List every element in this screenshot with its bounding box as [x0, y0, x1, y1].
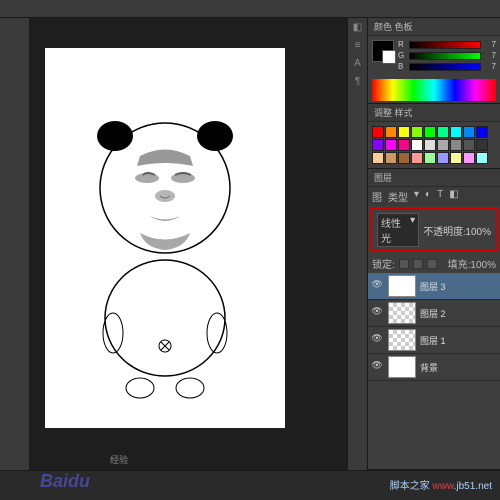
r-label: R	[398, 40, 406, 49]
document-canvas[interactable]	[45, 48, 285, 428]
swatch[interactable]	[372, 139, 384, 151]
lock-label: 锁定:	[372, 256, 395, 271]
swatch[interactable]	[450, 139, 462, 151]
swatch[interactable]	[424, 139, 436, 151]
b-slider[interactable]	[409, 63, 481, 71]
tools-sidebar	[0, 18, 30, 470]
blend-mode-value: 线性光	[381, 215, 410, 245]
filter-icon[interactable]: T	[437, 189, 443, 204]
panel-icon[interactable]: ¶	[351, 76, 365, 90]
swatches-panel: 调整 样式	[368, 104, 500, 169]
watermark-baidu: Baidu	[40, 471, 90, 492]
layer-name[interactable]: 图层 1	[420, 334, 446, 347]
layers-panel: 图层 图 类型 ▾ ◐ T ◧ 线性光 ▾ 不透明度:100% 锁定: 填充:1…	[368, 169, 500, 470]
swatch[interactable]	[385, 139, 397, 151]
menu-bar	[0, 0, 500, 18]
layer-filter-row: 图 类型 ▾ ◐ T ◧	[368, 187, 500, 206]
fill-control[interactable]: 填充:100%	[448, 256, 496, 271]
layer-row[interactable]: 👁 图层 1	[368, 327, 500, 354]
swatch[interactable]	[450, 126, 462, 138]
layer-row[interactable]: 👁 图层 3	[368, 273, 500, 300]
foreground-background-swatch[interactable]	[372, 40, 394, 62]
visibility-toggle-icon[interactable]: 👁	[370, 360, 384, 374]
swatches-grid	[368, 122, 500, 168]
visibility-toggle-icon[interactable]: 👁	[370, 306, 384, 320]
lock-paint-icon[interactable]	[413, 259, 423, 269]
g-label: G	[398, 51, 406, 60]
swatch[interactable]	[411, 152, 423, 164]
swatch[interactable]	[398, 139, 410, 151]
layers-list: 👁 图层 3 👁 图层 2 👁 图层 1 👁 背景	[368, 273, 500, 381]
lock-transparency-icon[interactable]	[399, 259, 409, 269]
g-slider[interactable]	[409, 52, 481, 60]
swatch[interactable]	[411, 139, 423, 151]
color-panel-title[interactable]: 颜色 色板	[368, 18, 500, 36]
right-panels: 颜色 色板 R 7 G 7 B 7 调整 样式 图层 图 类型 ▾ ◐ T ◧	[367, 18, 500, 470]
blend-mode-dropdown[interactable]: 线性光 ▾	[377, 213, 419, 247]
color-spectrum[interactable]	[372, 79, 496, 101]
swatch[interactable]	[424, 152, 436, 164]
collapsed-panels-strip: ◧ ≡ A ¶	[347, 18, 367, 470]
canvas-area	[30, 18, 367, 470]
swatches-panel-title[interactable]: 调整 样式	[368, 104, 500, 122]
chevron-down-icon: ▾	[410, 215, 415, 245]
lock-row: 锁定: 填充:100%	[368, 254, 500, 273]
layer-thumbnail[interactable]	[388, 329, 416, 351]
filter-icon[interactable]: ◧	[449, 189, 458, 204]
swatch[interactable]	[385, 152, 397, 164]
swatch[interactable]	[463, 152, 475, 164]
r-slider[interactable]	[409, 41, 481, 49]
swatch[interactable]	[437, 126, 449, 138]
filter-icon[interactable]: ▾	[414, 189, 419, 204]
panel-icon[interactable]: ◧	[351, 22, 365, 36]
swatch[interactable]	[372, 152, 384, 164]
swatch[interactable]	[398, 152, 410, 164]
visibility-toggle-icon[interactable]: 👁	[370, 333, 384, 347]
layer-thumbnail[interactable]	[388, 356, 416, 378]
r-value[interactable]: 7	[484, 40, 496, 49]
layer-thumbnail[interactable]	[388, 275, 416, 297]
opacity-control[interactable]: 不透明度:100%	[423, 223, 491, 238]
swatch[interactable]	[398, 126, 410, 138]
swatch[interactable]	[463, 126, 475, 138]
swatch[interactable]	[476, 139, 488, 151]
swatch[interactable]	[437, 139, 449, 151]
swatch[interactable]	[385, 126, 397, 138]
highlight-annotation: 线性光 ▾ 不透明度:100%	[370, 208, 498, 252]
layer-name[interactable]: 图层 2	[420, 307, 446, 320]
b-value[interactable]: 7	[484, 62, 496, 71]
lock-position-icon[interactable]	[427, 259, 437, 269]
visibility-toggle-icon[interactable]: 👁	[370, 279, 384, 293]
filter-type[interactable]: 类型	[388, 189, 408, 204]
watermark-experience: 经验	[110, 453, 128, 466]
swatch[interactable]	[372, 126, 384, 138]
swatch[interactable]	[476, 152, 488, 164]
layer-thumbnail[interactable]	[388, 302, 416, 324]
swatch[interactable]	[450, 152, 462, 164]
b-label: B	[398, 62, 406, 71]
artwork	[45, 48, 285, 428]
swatch[interactable]	[411, 126, 423, 138]
swatch[interactable]	[424, 126, 436, 138]
filter-icon[interactable]: ◐	[425, 189, 431, 204]
swatch[interactable]	[463, 139, 475, 151]
layer-row[interactable]: 👁 背景	[368, 354, 500, 381]
watermark-site: 脚本之家 www.jb51.net	[390, 477, 492, 492]
g-value[interactable]: 7	[484, 51, 496, 60]
filter-label: 图	[372, 189, 382, 204]
layer-name[interactable]: 图层 3	[420, 280, 446, 293]
panel-icon[interactable]: A	[351, 58, 365, 72]
layer-row[interactable]: 👁 图层 2	[368, 300, 500, 327]
layer-name[interactable]: 背景	[420, 361, 438, 374]
swatch[interactable]	[437, 152, 449, 164]
panel-icon[interactable]: ≡	[351, 40, 365, 54]
color-panel: 颜色 色板 R 7 G 7 B 7	[368, 18, 500, 104]
swatch[interactable]	[476, 126, 488, 138]
layers-panel-title[interactable]: 图层	[368, 169, 500, 187]
